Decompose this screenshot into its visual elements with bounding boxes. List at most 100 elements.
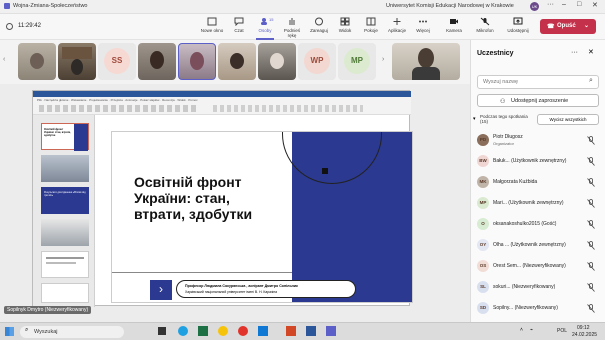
phone-icon: ☎ [547, 24, 555, 30]
rooms-button[interactable]: Pokoje [358, 17, 384, 33]
share-invite-button[interactable]: ⚇ Udostępnij zaproszenie [477, 94, 599, 107]
participant-name: Orest Sem... (Niezweryfikowany) [493, 263, 566, 269]
people-button[interactable]: 15 Osoby [252, 17, 278, 40]
teams-icon[interactable] [326, 326, 336, 336]
more-button[interactable]: Więcej [410, 17, 436, 33]
avatar: MP [477, 197, 489, 209]
participant-row[interactable]: OY Olha ... (Użytkownik zewnętrzny) [477, 237, 603, 255]
participant-name: Małgorzata Kuźbida [493, 179, 538, 185]
system-tray-icons[interactable]: ⌁ [530, 327, 533, 333]
participant-video-tile[interactable] [218, 43, 256, 80]
close-panel-icon[interactable]: ✕ [588, 48, 594, 56]
language-indicator[interactable]: POL [557, 328, 567, 334]
participant-row[interactable]: OS Orest Sem... (Niezweryfikowany) [477, 258, 603, 276]
word-icon[interactable] [306, 326, 316, 336]
participant-video-tile[interactable] [18, 43, 56, 80]
camera-button[interactable]: Kamera [441, 17, 467, 33]
chevron-down-icon[interactable]: ▾ [473, 116, 476, 122]
new-window-button[interactable]: Nowe okno [199, 17, 225, 33]
participant-name: sokuri... (Niezweryfikowany) [493, 284, 556, 290]
apps-button[interactable]: Aplikacje [384, 17, 410, 33]
person-silhouette [190, 52, 204, 70]
slide-thumbnail[interactable] [41, 219, 89, 246]
mute-all-button[interactable]: Wycisz wszystkich [537, 114, 599, 125]
mic-off-icon[interactable] [587, 136, 595, 145]
maximize-button[interactable]: □ [577, 1, 581, 8]
participant-name: Olha ... (Użytkownik zewnętrzny) [493, 242, 566, 248]
react-button[interactable]: Zareaguj [306, 17, 332, 33]
teams-logo-icon [4, 3, 10, 9]
slide-title: Освітній фронт України: стан, втрати, зд… [134, 174, 253, 222]
mic-off-icon[interactable] [587, 178, 595, 187]
new-window-icon [207, 17, 217, 26]
avatar: SD [477, 302, 489, 314]
participant-row[interactable]: SL sokuri... (Niezweryfikowany) [477, 279, 603, 297]
view-button[interactable]: Widok [332, 17, 358, 33]
window-title: Wojna-Zmiana-Społeczeństwo [13, 3, 88, 9]
slide-thumbnail[interactable] [41, 283, 89, 303]
video-strip: ‹ SS WP MP › [0, 40, 470, 84]
edge-icon[interactable] [178, 326, 188, 336]
mic-off-icon[interactable] [587, 283, 595, 292]
participant-row[interactable]: PD Piotr Długosz Organizator [477, 132, 603, 150]
presenter-caption: Sopilnyk Dmytro (Niezweryfikowany) [4, 306, 92, 314]
task-view-icon[interactable] [158, 327, 166, 335]
excel-icon[interactable] [198, 326, 208, 336]
text-line [46, 262, 76, 264]
slide-thumbnails: Освітній фронт України: стан, втрати, зд… [33, 115, 95, 307]
participant-row[interactable]: MP Mari... (Użytkownik zewnętrzny) [477, 195, 603, 213]
react-icon [315, 17, 323, 26]
raise-hand-button[interactable]: Podnieś rękę [279, 17, 305, 38]
participant-video-tile[interactable] [58, 43, 96, 80]
self-video-tile[interactable] [392, 43, 460, 80]
close-button[interactable]: ✕ [592, 1, 598, 9]
mic-off-icon[interactable] [587, 262, 595, 271]
slide-thumbnail[interactable]: Освітній фронт України: стан, втрати, зд… [41, 123, 89, 151]
slide-thumbnail[interactable] [41, 251, 89, 278]
clock-date[interactable]: 24.02.2025 [572, 332, 597, 338]
clock-time[interactable]: 09:12 [577, 325, 590, 331]
rooms-icon [366, 17, 376, 26]
account-avatar[interactable]: UK [530, 2, 539, 11]
participant-video-tile-active[interactable] [178, 43, 216, 80]
powerpoint-icon[interactable] [286, 326, 296, 336]
chat-button[interactable]: Czat [226, 17, 252, 33]
participant-video-tile[interactable] [258, 43, 296, 80]
participant-name: Piotr Długosz [493, 134, 523, 140]
more-options-icon[interactable]: ··· [547, 1, 554, 8]
participant-row[interactable]: MK Małgorzata Kuźbida [477, 174, 603, 192]
participant-row[interactable]: SD Sopilny... (Niezweryfikowany) [477, 300, 603, 318]
search-input[interactable]: Wyszuj nazwę ⌕ [477, 75, 599, 89]
mic-off-icon[interactable] [587, 220, 595, 229]
slide-thumbnail[interactable] [41, 155, 89, 182]
mic-off-icon[interactable] [587, 157, 595, 166]
share-button[interactable]: Udostępnij [505, 17, 531, 33]
chevron-left-icon[interactable]: ‹ [3, 56, 5, 63]
participant-row[interactable]: Ooksanakoshulko2015 (Gość) [477, 216, 603, 234]
participant-avatar-tile[interactable]: SS [98, 43, 136, 80]
shared-screen: Plik · Narzędzia główne · Wstawianie · P… [0, 84, 470, 322]
participant-video-tile[interactable] [138, 43, 176, 80]
taskbar-search[interactable]: ⌕ Wyszukaj [20, 326, 124, 338]
avatar: SS [104, 48, 130, 74]
windows-start-icon[interactable] [5, 327, 14, 336]
browser-icon[interactable] [238, 326, 248, 336]
chevron-up-icon[interactable]: ˄ [520, 327, 523, 333]
participant-name: Sopilny... (Niezweryfikowany) [493, 305, 558, 311]
slide-thumbnail[interactable]: Результати дослідження «Вплив від три ві… [41, 187, 89, 214]
participant-row[interactable]: BW Bałuk... (Użytkownik zewnętrzny) [477, 153, 603, 171]
slide-divider [112, 272, 292, 273]
chevron-right-icon[interactable]: › [382, 56, 384, 63]
more-options-icon[interactable]: ··· [571, 49, 578, 56]
outlook-icon[interactable] [258, 326, 268, 336]
participant-name: Mari... (Użytkownik zewnętrzny) [493, 200, 564, 206]
file-explorer-icon[interactable] [218, 326, 228, 336]
minimize-button[interactable]: – [562, 1, 566, 8]
leave-button[interactable]: ☎ Opuść ⌄ [540, 19, 596, 34]
participant-avatar-tile[interactable]: MP [338, 43, 376, 80]
mic-off-icon[interactable] [587, 199, 595, 208]
mic-off-icon[interactable] [587, 304, 595, 313]
participant-avatar-tile[interactable]: WP [298, 43, 336, 80]
mic-off-icon[interactable] [587, 241, 595, 250]
mic-button[interactable]: Mikrofon [472, 17, 498, 33]
